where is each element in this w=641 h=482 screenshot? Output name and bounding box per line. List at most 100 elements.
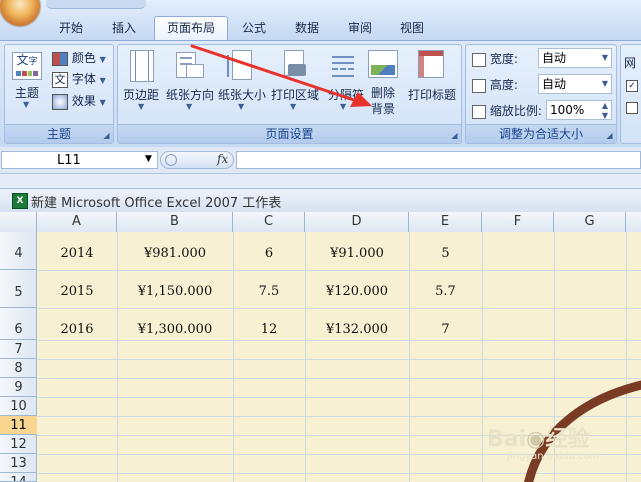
chevron-down-icon: ▼ <box>99 76 106 85</box>
chevron-down-icon: ▼ <box>138 102 145 111</box>
name-box[interactable]: L11 ▼ <box>1 151 158 169</box>
column-header-g[interactable]: G <box>554 212 626 232</box>
row-header-10[interactable]: 10 <box>0 397 37 416</box>
height-value: 自动 <box>542 77 567 91</box>
cell-a6[interactable]: 2016 <box>37 322 117 337</box>
row-header-11[interactable]: 11 <box>0 416 37 435</box>
height-select[interactable]: 自动 ▼ <box>538 74 612 94</box>
formula-input[interactable] <box>236 151 641 169</box>
group-launcher-icon[interactable]: ◢ <box>450 131 459 140</box>
cell-a5[interactable]: 2015 <box>37 284 117 299</box>
name-box-value: L11 <box>57 153 81 168</box>
row-header-12[interactable]: 12 <box>0 435 37 454</box>
formula-buttons: fx <box>160 151 234 169</box>
width-icon <box>472 52 486 67</box>
row-header-7[interactable]: 7 <box>0 340 37 359</box>
cell-c5[interactable]: 7.5 <box>233 284 305 299</box>
insert-function-icon[interactable]: fx <box>217 152 228 166</box>
cell-e5[interactable]: 5.7 <box>409 284 482 299</box>
group-themes-label: 主题 <box>5 124 113 143</box>
tab-view[interactable]: 视图 <box>390 17 434 39</box>
cell-e6[interactable]: 7 <box>409 322 482 337</box>
expand-handle-icon[interactable] <box>165 154 177 166</box>
row-header-5[interactable]: 5 <box>0 270 37 308</box>
group-page-setup-label: 页面设置 <box>118 124 461 143</box>
width-value: 自动 <box>542 51 567 65</box>
tab-data[interactable]: 数据 <box>285 17 329 39</box>
tab-insert[interactable]: 插入 <box>100 17 148 39</box>
margins-button[interactable]: 页边距 ▼ <box>120 48 162 112</box>
tab-review[interactable]: 审阅 <box>338 17 382 39</box>
group-scale-to-fit-label: 调整为合适大小 <box>466 124 616 143</box>
group-launcher-icon[interactable]: ◢ <box>605 131 614 140</box>
chevron-down-icon: ▼ <box>145 154 152 164</box>
height-label: 高度: <box>489 78 518 92</box>
cell-d5[interactable]: ¥120.000 <box>305 284 409 299</box>
annotation-arrow <box>190 44 372 107</box>
chevron-down-icon: ▼ <box>601 79 608 88</box>
cell-b5[interactable]: ¥1,150.000 <box>117 284 233 299</box>
column-header-b[interactable]: B <box>117 212 233 232</box>
theme-fonts-button[interactable]: 文 字体 ▼ <box>52 70 106 88</box>
column-header-c[interactable]: C <box>233 212 305 232</box>
scale-value: 100% <box>550 103 585 117</box>
margins-label: 页边距 <box>122 88 159 102</box>
tab-home[interactable]: 开始 <box>47 17 95 39</box>
height-icon <box>472 78 486 93</box>
print-titles-label: 打印标题 <box>407 88 456 102</box>
watermark-logo: Bai◉经验 <box>487 427 590 452</box>
theme-effects-label: 效果 <box>71 94 96 108</box>
font-icon: 文 <box>52 71 68 88</box>
palette-icon <box>52 51 68 66</box>
row-header-8[interactable]: 8 <box>0 359 37 378</box>
theme-icon: 文字 <box>12 52 42 80</box>
workspace-gap <box>0 174 641 188</box>
theme-colors-label: 颜色 <box>71 51 96 65</box>
select-all-corner[interactable] <box>0 212 37 232</box>
cell-b6[interactable]: ¥1,300.000 <box>117 322 233 337</box>
column-header-f[interactable]: F <box>482 212 554 232</box>
gridlines-view-checkbox[interactable]: ✓ <box>626 80 638 92</box>
width-label-row: 宽度: <box>472 50 518 68</box>
cell-d6[interactable]: ¥132.000 <box>305 322 409 337</box>
column-header-a[interactable]: A <box>37 212 117 232</box>
row-header-14[interactable]: 14 <box>0 473 37 482</box>
excel-file-icon: X <box>12 193 28 209</box>
print-titles-button[interactable]: 打印标题 <box>404 48 460 112</box>
row-header-6[interactable]: 6 <box>0 308 37 340</box>
gridlines-print-checkbox[interactable] <box>626 102 638 114</box>
tab-page-layout[interactable]: 页面布局 <box>154 16 228 41</box>
row-header-13[interactable]: 13 <box>0 454 37 473</box>
width-label: 宽度: <box>489 52 518 66</box>
cell-e4[interactable]: 5 <box>409 246 482 261</box>
row-header-9[interactable]: 9 <box>0 378 37 397</box>
effects-icon <box>52 93 68 110</box>
height-label-row: 高度: <box>472 76 518 94</box>
column-header-e[interactable]: E <box>409 212 482 232</box>
cell-b4[interactable]: ¥981.000 <box>117 246 233 261</box>
themes-button-label: 主题 <box>14 86 39 100</box>
scale-spinner[interactable]: 100% ▲ ▼ <box>546 100 612 120</box>
theme-colors-button[interactable]: 颜色 ▼ <box>52 49 106 67</box>
width-select[interactable]: 自动 ▼ <box>538 48 612 68</box>
tab-formulas[interactable]: 公式 <box>232 17 276 39</box>
quick-access-toolbar[interactable] <box>46 0 146 9</box>
cell-c4[interactable]: 6 <box>233 246 305 261</box>
theme-fonts-label: 字体 <box>71 72 96 86</box>
gridlines-label: 网 <box>624 56 637 70</box>
cell-d4[interactable]: ¥91.000 <box>305 246 409 261</box>
spin-down-icon[interactable]: ▼ <box>602 107 608 125</box>
workbook-title-bar: X 新建 Microsoft Office Excel 2007 工作表 <box>0 188 641 213</box>
cell-a4[interactable]: 2014 <box>37 246 117 261</box>
theme-effects-button[interactable]: 效果 ▼ <box>52 92 106 110</box>
workbook-title: 新建 Microsoft Office Excel 2007 工作表 <box>31 196 282 211</box>
column-header-d[interactable]: D <box>305 212 409 232</box>
cell-c6[interactable]: 12 <box>233 322 305 337</box>
group-launcher-icon[interactable]: ◢ <box>102 131 111 140</box>
chevron-down-icon: ▼ <box>99 55 106 64</box>
row-header-4[interactable]: 4 <box>0 232 37 270</box>
margins-icon <box>130 50 154 82</box>
themes-button[interactable]: 文字 主题 ▼ <box>8 48 46 110</box>
chevron-down-icon: ▼ <box>601 53 608 62</box>
sheet-grid[interactable]: Bai◉经验 jingyan.baidu.com 2014 ¥981.000 6… <box>37 232 641 482</box>
